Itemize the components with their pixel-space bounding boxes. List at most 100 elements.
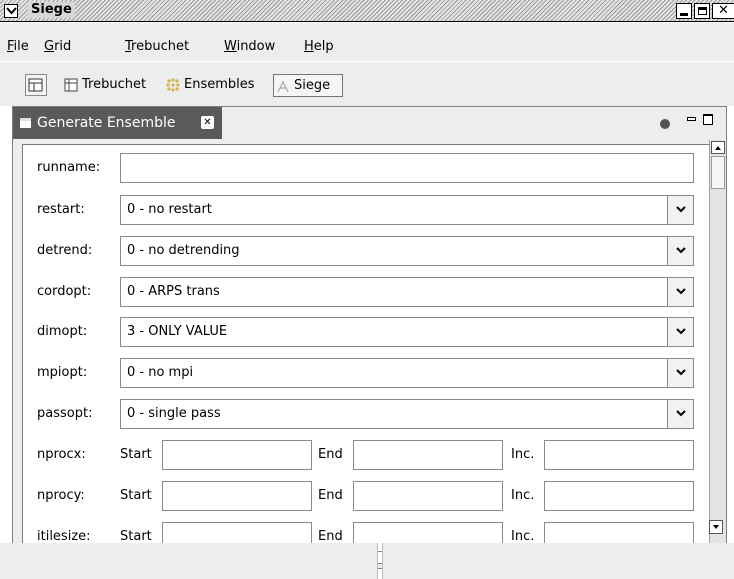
dropdown-button[interactable] <box>667 278 693 306</box>
chevron-down-icon <box>676 288 686 295</box>
chevron-down-icon <box>676 328 686 335</box>
form-panel: runname: restart: 0 - no restart detrend… <box>22 144 710 564</box>
field-label: nprocx: <box>37 447 86 462</box>
form-row-mpiopt: mpiopt: 0 - no mpi <box>23 358 709 388</box>
status-cell <box>0 543 378 579</box>
field-label: dimopt: <box>37 324 88 339</box>
select-value: 0 - no restart <box>127 202 212 217</box>
select-value: 0 - ARPS trans <box>127 284 220 299</box>
form-row-nprocx: nprocx: Start End Inc. <box>23 440 709 470</box>
menu-window[interactable]: Window <box>224 39 275 55</box>
start-label: Start <box>120 488 152 503</box>
status-bar <box>0 543 734 579</box>
chevron-up-icon <box>715 146 721 150</box>
dropdown-button[interactable] <box>667 237 693 265</box>
form-row-restart: restart: 0 - no restart <box>23 195 709 225</box>
inc-label: Inc. <box>511 447 535 462</box>
perspective-ensembles[interactable]: Ensembles <box>164 74 255 97</box>
minimize-button[interactable] <box>676 3 692 19</box>
perspective-ensembles-label: Ensembles <box>184 77 255 92</box>
open-perspective-icon <box>28 78 43 92</box>
dropdown-button[interactable] <box>667 318 693 346</box>
dropdown-button[interactable] <box>667 196 693 224</box>
menubar: File Grid Trebuchet Window Help <box>0 23 734 61</box>
tab-title: Generate Ensemble <box>37 115 176 131</box>
close-icon: ✕ <box>718 3 729 18</box>
nprocx-inc-input[interactable] <box>544 440 694 470</box>
field-label: detrend: <box>37 243 93 258</box>
detrend-select[interactable]: 0 - no detrending <box>120 236 694 266</box>
minimize-icon <box>680 13 688 16</box>
chevron-down-icon <box>6 7 17 15</box>
nprocx-start-input[interactable] <box>162 440 312 470</box>
close-tab-icon[interactable]: ✕ <box>201 116 214 129</box>
field-label: runname: <box>37 160 101 175</box>
chevron-down-icon <box>676 247 686 254</box>
window-titlebar[interactable]: Siege ✕ <box>0 0 734 22</box>
end-label: End <box>318 488 343 503</box>
dropdown-button[interactable] <box>667 400 693 428</box>
view-icon <box>20 118 31 128</box>
menu-help[interactable]: Help <box>304 39 334 55</box>
form-row-nprocy: nprocy: Start End Inc. <box>23 481 709 511</box>
chevron-down-icon <box>676 410 686 417</box>
nprocy-inc-input[interactable] <box>544 481 694 511</box>
end-label: End <box>318 529 343 544</box>
mpiopt-select[interactable]: 0 - no mpi <box>120 358 694 388</box>
view-minimize-button[interactable] <box>687 117 696 121</box>
end-label: End <box>318 447 343 462</box>
field-label: restart: <box>37 202 85 217</box>
dimopt-select[interactable]: 3 - ONLY VALUE <box>120 317 694 347</box>
form-row-cordopt: cordopt: 0 - ARPS trans <box>23 277 709 307</box>
window-title: Siege <box>28 2 75 18</box>
maximize-button[interactable] <box>694 3 710 19</box>
menu-grid[interactable]: Grid <box>44 39 71 55</box>
menu-trebuchet[interactable]: Trebuchet <box>125 39 189 55</box>
generate-ensemble-view: Generate Ensemble ✕ runname: restart: 0 … <box>12 106 727 569</box>
nprocx-end-input[interactable] <box>353 440 503 470</box>
vertical-scrollbar[interactable] <box>709 140 726 560</box>
menu-file[interactable]: File <box>7 39 29 55</box>
field-label: passopt: <box>37 406 93 421</box>
field-label: cordopt: <box>37 284 92 299</box>
view-menu-icon[interactable] <box>660 119 670 129</box>
perspective-trebuchet[interactable]: Trebuchet <box>62 74 146 97</box>
close-window-button[interactable]: ✕ <box>712 3 734 19</box>
perspective-toolbar: Trebuchet Ensembles Siege <box>0 61 734 106</box>
scroll-down-button[interactable] <box>709 520 723 534</box>
field-label: itilesize: <box>37 529 91 544</box>
perspective-siege-label: Siege <box>294 78 331 93</box>
field-label: mpiopt: <box>37 365 88 380</box>
tab-generate-ensemble[interactable]: Generate Ensemble ✕ <box>13 107 222 139</box>
scroll-up-button[interactable] <box>711 141 725 154</box>
ensembles-icon <box>166 78 180 92</box>
perspective-siege[interactable]: Siege <box>273 74 343 97</box>
runname-input[interactable] <box>120 153 694 183</box>
chevron-down-icon <box>676 369 686 376</box>
table-icon <box>64 78 78 92</box>
chevron-down-icon <box>713 525 719 529</box>
select-value: 0 - single pass <box>127 406 221 421</box>
scroll-thumb[interactable] <box>711 156 725 189</box>
dropdown-button[interactable] <box>667 359 693 387</box>
restart-select[interactable]: 0 - no restart <box>120 195 694 225</box>
start-label: Start <box>120 447 152 462</box>
form-row-dimopt: dimopt: 3 - ONLY VALUE <box>23 317 709 347</box>
cordopt-select[interactable]: 0 - ARPS trans <box>120 277 694 307</box>
siege-icon <box>277 80 289 93</box>
inc-label: Inc. <box>511 529 535 544</box>
view-maximize-button[interactable] <box>703 114 713 125</box>
chevron-down-icon <box>676 206 686 213</box>
nprocy-end-input[interactable] <box>353 481 503 511</box>
perspective-trebuchet-label: Trebuchet <box>82 77 147 92</box>
select-value: 3 - ONLY VALUE <box>127 324 228 339</box>
form-row-detrend: detrend: 0 - no detrending <box>23 236 709 266</box>
maximize-icon <box>698 7 707 15</box>
passopt-select[interactable]: 0 - single pass <box>120 399 694 429</box>
select-value: 0 - no detrending <box>127 243 240 258</box>
field-label: nprocy: <box>37 488 85 503</box>
form-row-passopt: passopt: 0 - single pass <box>23 399 709 429</box>
open-perspective-button[interactable] <box>25 74 47 96</box>
window-menu-button[interactable] <box>4 4 18 18</box>
nprocy-start-input[interactable] <box>162 481 312 511</box>
